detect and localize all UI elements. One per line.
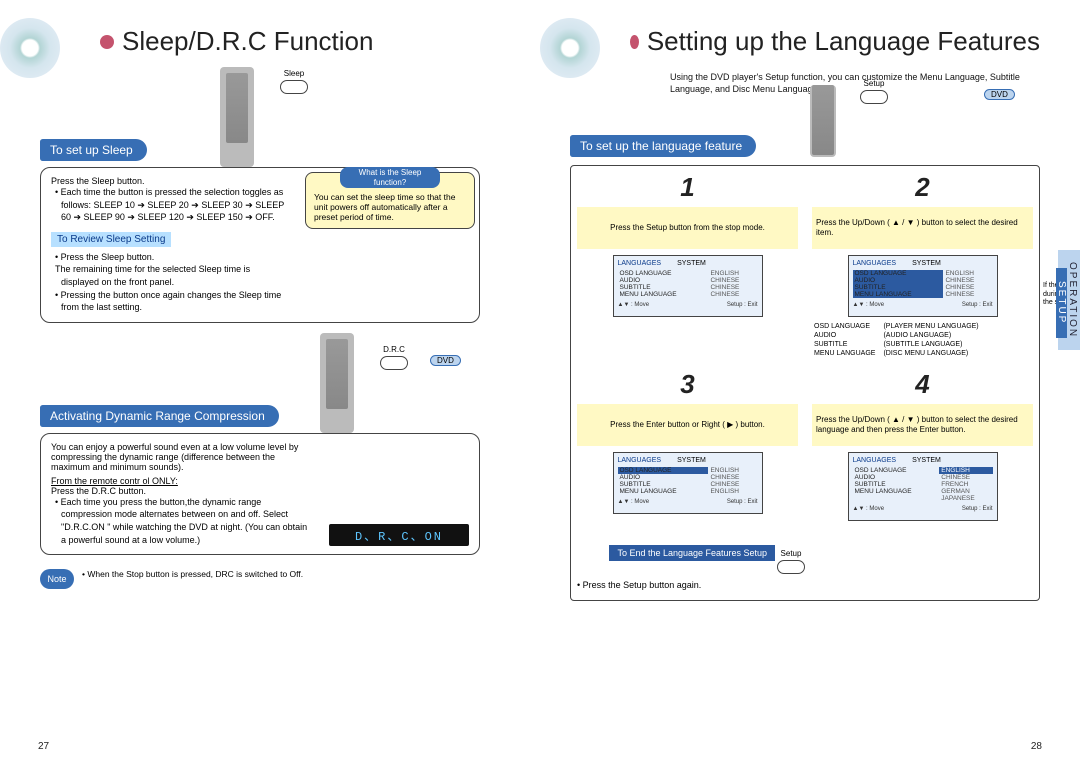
drc-box: You can enjoy a powerful sound even at a… [40,433,480,555]
lang-heading: To set up the language feature [570,135,756,157]
press-line: Press the Sleep button. [51,176,289,186]
sleep-box: Press the Sleep button. Each time the bu… [40,167,480,323]
osd-tab: SYSTEM [912,260,941,267]
osd-tab: LANGUAGES [618,260,662,267]
osd-screen: LANGUAGESSYSTEM OSD LANGUAGEENGLISHAUDIO… [848,452,998,521]
balloon-label: Setup [781,549,802,558]
sleep-button-balloon: Sleep [280,69,308,94]
step-2: 2 Press the Up/Down ( ▲ / ▼ ) button to … [812,172,1033,359]
drc-press: Press the D.R.C button. [51,486,469,496]
osd-tab: LANGUAGES [853,457,897,464]
title-row: Setting up the Language Features [630,26,1040,57]
note-row: Note When the Stop button is pressed, DR… [40,569,510,589]
osd-tab: LANGUAGES [853,260,897,267]
page-28: Setting up the Language Features Using t… [540,0,1080,762]
page-number: 27 [38,741,49,752]
oval-button-icon [860,90,888,104]
sleep-callout: What is the Sleep function? You can set … [305,172,475,229]
drc-button-balloon: D.R.C [380,345,408,370]
disc-decor-icon [0,10,110,90]
end-text: Press the Setup button again. [577,580,1033,590]
side-tab: OPERATION SETUP [1058,250,1080,350]
callout-answer: You can set the sleep time so that the u… [314,192,455,222]
drc-display: D、R、C、ON [329,524,469,546]
remote-icon [220,67,254,167]
side-tab-operation: OPERATION [1067,262,1078,338]
step-number: 3 [577,369,798,400]
note-badge: Note [40,569,74,589]
balloon-label: D.R.C [383,345,405,354]
osd-tab: SYSTEM [677,260,706,267]
step-number: 2 [812,172,1033,203]
review-line: The remaining time for the selected Slee… [51,263,289,288]
steps-container: 1 Press the Setup button from the stop m… [570,165,1040,601]
step-text: Press the Up/Down ( ▲ / ▼ ) button to se… [812,404,1033,446]
legend-table: OSD LANGUAGE(PLAYER MENU LANGUAGE)AUDIO(… [812,321,981,359]
step-1: 1 Press the Setup button from the stop m… [577,172,798,359]
osd-tab: SYSTEM [912,457,941,464]
remote-icon [810,85,836,157]
end-heading: To End the Language Features Setup [609,545,775,561]
dvd-badge: DVD [984,89,1015,100]
title-row: Sleep/D.R.C Function [100,26,510,57]
note-text: When the Stop button is pressed, DRC is … [82,569,303,579]
oval-button-icon [380,356,408,370]
disc-decor-icon [510,10,650,90]
step-number: 4 [812,369,1033,400]
drc-from: From the remote contr ol ONLY: [51,476,469,486]
page-number: 28 [1031,741,1042,752]
end-setup-balloon: Setup [777,549,805,574]
balloon-label: Sleep [284,69,304,78]
oval-button-icon [280,80,308,94]
callout-question: What is the Sleep function? [340,167,440,188]
osd-tab: LANGUAGES [618,457,662,464]
side-tab-setup: SETUP [1056,268,1067,338]
review-subhead: To Review Sleep Setting [51,232,171,247]
page-27: Sleep/D.R.C Function To set up Sleep Sle… [0,0,540,762]
sleep-toggle-bullet: Each time the button is pressed the sele… [51,186,289,224]
intro-text: Using the DVD player's Setup function, y… [670,71,1030,95]
step-3: 3 Press the Enter button or Right ( ▶ ) … [577,369,798,521]
step-4: 4 Press the Up/Down ( ▲ / ▼ ) button to … [812,369,1033,521]
remote-group [810,79,836,157]
sleep-heading: To set up Sleep [40,139,147,161]
review-b2: Pressing the button once again changes t… [51,289,289,314]
setup-balloon: Setup [860,79,888,104]
page-title: Setting up the Language Features [647,26,1040,57]
osd-screen: LANGUAGESSYSTEM OSD LANGUAGEENGLISHAUDIO… [848,255,998,317]
osd-screen: LANGUAGESSYSTEM OSD LANGUAGEENGLISHAUDIO… [613,255,763,317]
osd-tab: SYSTEM [677,457,706,464]
step-text: Press the Up/Down ( ▲ / ▼ ) button to se… [812,207,1033,249]
drc-bullet: Each time you press the button,the dynam… [51,496,311,546]
review-b1: Press the Sleep button. [51,251,289,264]
step-text: Press the Enter button or Right ( ▶ ) bu… [577,404,798,446]
balloon-label: Setup [864,79,885,88]
page-title: Sleep/D.R.C Function [122,26,373,57]
drc-desc: You can enjoy a powerful sound even at a… [51,442,311,472]
dvd-badge: DVD [430,355,461,366]
remote-icon [320,333,354,433]
step-number: 1 [577,172,798,203]
oval-button-icon [777,560,805,574]
drc-heading: Activating Dynamic Range Compression [40,405,279,427]
osd-screen: LANGUAGESSYSTEM OSD LANGUAGEENGLISHAUDIO… [613,452,763,514]
step-text: Press the Setup button from the stop mod… [577,207,798,249]
